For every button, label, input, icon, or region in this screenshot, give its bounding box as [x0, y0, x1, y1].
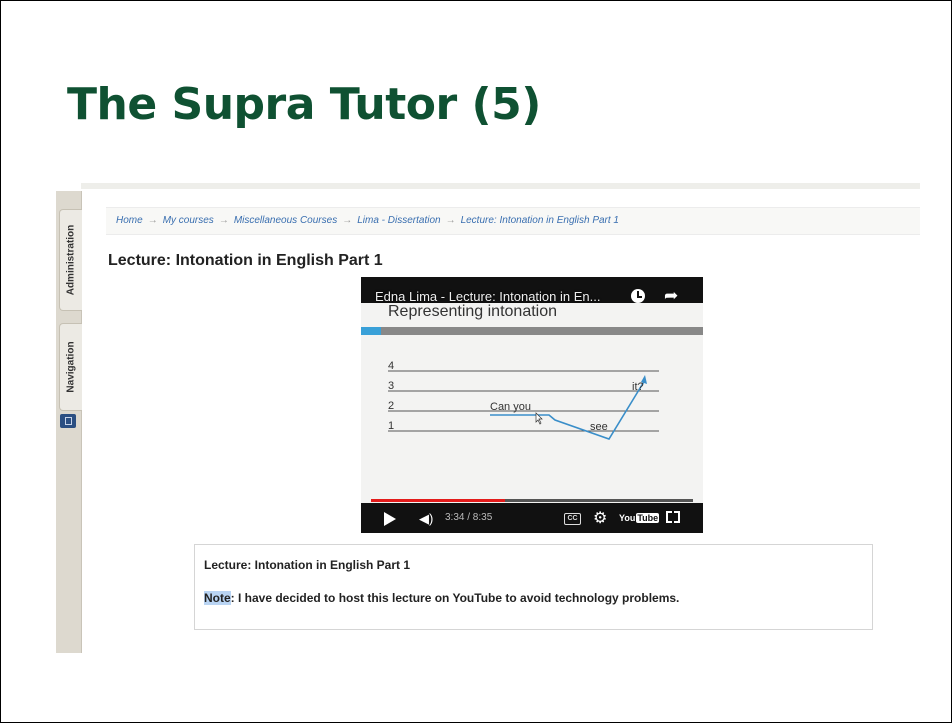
slide-title: The Supra Tutor (5) [67, 79, 541, 130]
volume-icon[interactable]: ◀) [419, 511, 433, 527]
breadcrumb-home[interactable]: Home [116, 215, 143, 226]
video-frame[interactable]: Representing intonation 4 3 2 1 Can you … [361, 303, 703, 503]
breadcrumb: Home → My courses → Miscellaneous Courses → Li… [106, 207, 920, 235]
intonation-diagram: 4 3 2 1 Can you see it? [388, 360, 659, 440]
dock-tab-navigation[interactable]: Navigation [59, 323, 82, 411]
dock-icon[interactable] [60, 414, 76, 428]
play-icon[interactable] [384, 512, 396, 526]
breadcrumb-course[interactable]: Lima - Dissertation [357, 215, 440, 226]
youtube-logo[interactable]: You Tube [619, 513, 660, 523]
slide: The Supra Tutor (5) Administration Navig… [0, 0, 952, 723]
breadcrumb-separator: → [218, 215, 229, 226]
note-box: Lecture: Intonation in English Part 1 No… [194, 544, 873, 630]
share-icon[interactable]: ➦ [664, 286, 678, 306]
youtube-logo-you: You [619, 513, 636, 523]
video-title[interactable]: Edna Lima - Lecture: Intonation in En... [375, 289, 600, 304]
video-player[interactable]: Representing intonation 4 3 2 1 Can you … [361, 277, 703, 533]
breadcrumb-miscellaneous-courses[interactable]: Miscellaneous Courses [234, 215, 337, 226]
youtube-logo-tube: Tube [636, 513, 660, 523]
level-label-4: 4 [388, 360, 394, 372]
breadcrumb-separator: → [147, 215, 158, 226]
breadcrumb-current-page[interactable]: Lecture: Intonation in English Part 1 [461, 215, 619, 226]
note-text: Note: I have decided to host this lectur… [204, 591, 679, 605]
page-top-rule [81, 183, 920, 189]
video-controls: ◀) 3:34 / 8:35 CC ⚙ You Tube [361, 505, 703, 533]
note-body: : I have decided to host this lecture on… [230, 591, 680, 605]
clock-icon[interactable] [631, 289, 645, 303]
dock-tab-administration-label: Administration [65, 224, 77, 296]
breadcrumb-my-courses[interactable]: My courses [163, 215, 214, 226]
fullscreen-icon[interactable] [666, 511, 680, 523]
word-can-you: Can you [490, 401, 531, 413]
side-dock: Administration Navigation [56, 191, 82, 653]
level-label-1: 1 [388, 420, 394, 432]
breadcrumb-separator: → [342, 215, 353, 226]
video-progress-bar[interactable] [371, 499, 693, 502]
gear-icon[interactable]: ⚙ [593, 508, 607, 528]
breadcrumb-separator: → [445, 215, 456, 226]
dock-tab-navigation-label: Navigation [65, 341, 77, 393]
dock-tab-administration[interactable]: Administration [59, 209, 82, 311]
moodle-screenshot: Administration Navigation Home → My course… [56, 183, 920, 653]
level-label-3: 3 [388, 380, 394, 392]
cc-icon[interactable]: CC [564, 513, 581, 525]
video-time: 3:34 / 8:35 [445, 512, 493, 523]
level-label-2: 2 [388, 400, 394, 412]
note-heading: Lecture: Intonation in English Part 1 [204, 558, 411, 572]
page-heading: Lecture: Intonation in English Part 1 [108, 252, 383, 269]
note-label: Note [204, 591, 231, 605]
word-see: see [590, 421, 608, 433]
video-progress-fill [371, 499, 505, 502]
word-it: it? [632, 381, 644, 393]
